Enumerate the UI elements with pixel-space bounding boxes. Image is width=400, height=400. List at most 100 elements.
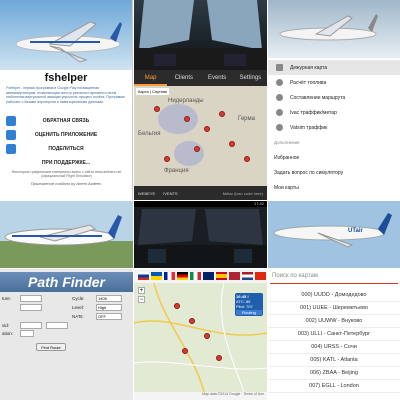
app-description: FsHelper - первая программа в Google Pla… (6, 86, 125, 104)
list-item[interactable]: 002) UUWW - Внуково (268, 315, 400, 328)
traffic-map-screen: + − 16:45 ! ATC: 85 Pilot: 707 Routing M… (134, 269, 267, 400)
zoom-in-button[interactable]: + (138, 287, 145, 294)
traffic-marker[interactable] (229, 141, 235, 147)
page-title: Path Finder (0, 272, 133, 292)
tab-events[interactable]: Events (201, 70, 234, 86)
airspace-circle (158, 104, 198, 134)
traffic-marker[interactable] (182, 348, 188, 354)
map-label: Нидерланды (168, 98, 204, 104)
aircraft-photo: UTair (268, 201, 400, 268)
cockpit-frame (134, 209, 267, 268)
traffic-marker[interactable] (164, 156, 170, 162)
tab-bar: Map Clients Events Settings (134, 70, 267, 86)
routing-button[interactable]: Routing (236, 310, 262, 315)
stats-overlay: 16:45 ! ATC: 85 Pilot: 707 Routing (235, 293, 263, 316)
nats-select[interactable]: OFF (96, 313, 122, 320)
list-item[interactable]: 004) URSS - Сочи (268, 341, 400, 354)
share-button[interactable]: ПОДЕЛИТЬСЯ (0, 142, 132, 156)
drawer-item-route[interactable]: Составление маршрута (268, 90, 400, 105)
feedback-button[interactable]: ОБРАТНАЯ СВЯЗЬ (0, 114, 132, 128)
cycle-label: Cycle: (72, 296, 85, 301)
list-item[interactable]: 003) ULLI - Санкт-Петербург (268, 328, 400, 341)
map-attribution: Map data ©2014 Google · Terms of Use (134, 392, 267, 400)
map-view[interactable]: Карта | Спутник Нидерланды Бельгия Франц… (134, 86, 267, 186)
drawer-header (268, 0, 400, 58)
section-header: Дополнения (274, 140, 300, 145)
airspace-circle (174, 141, 204, 166)
metar-input[interactable]: Metar (icao code here) (182, 191, 267, 196)
credits-note: Некоторые графические материалы взяты с … (11, 170, 122, 178)
flag-es-icon[interactable] (216, 272, 227, 280)
list-item[interactable]: 007) EGLL - London (268, 380, 400, 393)
traffic-marker[interactable] (204, 333, 210, 339)
author-credit: Приложение создано by Artem Avdeev (30, 181, 102, 186)
traffic-icon (276, 124, 283, 131)
flag-cn-icon[interactable] (255, 272, 266, 280)
webeye-button[interactable]: WEBEYE (134, 191, 159, 196)
tab-map[interactable]: Map (134, 70, 168, 86)
flag-ru-icon[interactable] (138, 272, 149, 280)
flag-uk-icon[interactable] (203, 272, 214, 280)
about-screen: fshelper FsHelper - первая программа в G… (0, 0, 133, 200)
list-item[interactable]: 000) UUDD - Домодедово (268, 289, 400, 302)
departure-input[interactable] (20, 295, 42, 302)
destination-input[interactable] (20, 330, 34, 337)
drawer-item-favorites[interactable]: Избранное (268, 150, 400, 165)
screenshot-collage: fshelper FsHelper - первая программа в G… (0, 0, 400, 400)
airliner-icon (273, 213, 392, 248)
path-finder-screen: Path Finder ture: Cycle: 1405 Level: Hig… (0, 269, 133, 400)
traffic-marker[interactable] (174, 303, 180, 309)
traffic-marker[interactable] (244, 156, 250, 162)
map-screen: Map Clients Events Settings Карта | Спут… (134, 0, 267, 200)
via-label: vid: (2, 323, 10, 328)
traffic-marker[interactable] (219, 111, 225, 117)
drawer-item-my-charts[interactable]: Мои карты (268, 180, 400, 195)
drawer-item-ask[interactable]: Задать вопрос по симулятору (268, 165, 400, 180)
nav-drawer-screen: Дежурная карта Расчёт топлива Составлени… (268, 0, 400, 200)
events-button[interactable]: IVENTS (159, 191, 181, 196)
list-item[interactable]: 005) KATL - Atlanta (268, 354, 400, 367)
drawer-item-vatsim[interactable]: Vatsim траффик (268, 120, 400, 135)
level-select[interactable]: High (96, 304, 122, 311)
support-button[interactable]: ПРИ ПОДДЕРЖКЕ... (0, 156, 132, 170)
tab-clients[interactable]: Clients (167, 70, 200, 86)
list-item[interactable]: 001) UUEE - Шереметьево (268, 302, 400, 315)
cycle-select[interactable]: 1405 (96, 295, 122, 302)
flag-fr-icon[interactable] (164, 272, 175, 280)
traffic-marker[interactable] (184, 116, 190, 122)
traffic-marker[interactable] (194, 146, 200, 152)
search-input[interactable]: Поиск по картам (270, 270, 398, 284)
radar-icon (276, 109, 283, 116)
rate-app-button[interactable]: ОЦЕНИТЬ ПРИЛОЖЕНИЕ (0, 128, 132, 142)
map-view[interactable]: + − 16:45 ! ATC: 85 Pilot: 707 Routing (134, 282, 267, 393)
flag-de-icon[interactable] (177, 272, 188, 280)
flag-nl-icon[interactable] (242, 272, 253, 280)
list-item[interactable]: 006) ZBAA - Beijing (268, 367, 400, 380)
destination-label: ation: (2, 331, 14, 336)
arrival-input[interactable] (20, 304, 42, 311)
zoom-out-button[interactable]: − (138, 296, 145, 303)
flag-us-icon[interactable] (229, 272, 240, 280)
via-input[interactable] (46, 322, 68, 329)
traffic-marker[interactable] (154, 106, 160, 112)
drawer-item-charts[interactable]: Дежурная карта (268, 60, 400, 75)
airliner-icon (4, 215, 122, 246)
cockpit-frame (134, 0, 267, 70)
nats-label: NATs: (72, 314, 84, 319)
traffic-marker[interactable] (204, 126, 210, 132)
tab-settings[interactable]: Settings (234, 70, 267, 86)
drawer-item-ivac[interactable]: Ivac траффик/метар (268, 105, 400, 120)
map-type-toggle[interactable]: Карта | Спутник (136, 88, 170, 95)
flag-ua-icon[interactable] (151, 272, 162, 280)
traffic-marker[interactable] (189, 318, 195, 324)
map-bottom-bar: WEBEYE IVENTS Metar (icao code here) (134, 186, 267, 200)
flag-bar (134, 269, 267, 283)
via-input[interactable] (20, 322, 42, 329)
fuel-icon (276, 79, 283, 86)
find-route-button[interactable]: Find Route (36, 343, 66, 351)
cockpit-screen: 17:42 (134, 201, 267, 268)
flag-it-icon[interactable] (190, 272, 201, 280)
traffic-marker[interactable] (216, 355, 222, 361)
map-label: Бельгия (138, 131, 161, 137)
drawer-item-fuel[interactable]: Расчёт топлива (268, 75, 400, 90)
